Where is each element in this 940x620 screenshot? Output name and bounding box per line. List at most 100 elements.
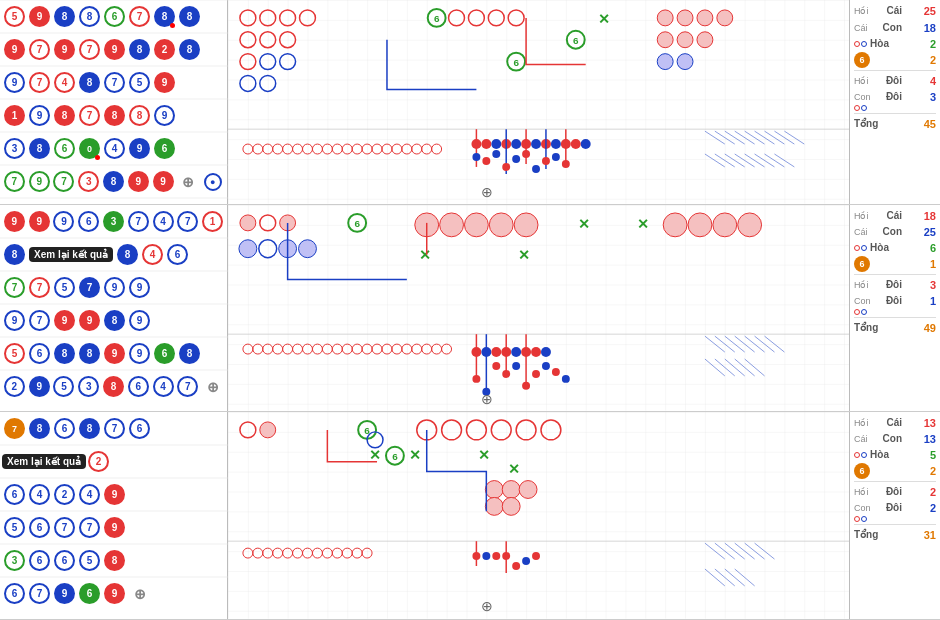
s1-hoa6-val: 2	[930, 52, 936, 68]
cell: 9	[2, 205, 27, 238]
svg-point-235	[492, 552, 500, 560]
svg-point-45	[511, 139, 521, 149]
svg-point-163	[541, 347, 551, 357]
svg-point-104	[562, 160, 570, 168]
svg-point-96	[482, 157, 490, 165]
cell: 9	[52, 577, 77, 610]
svg-point-130	[239, 240, 257, 258]
cell: 9	[27, 0, 52, 33]
svg-point-198	[260, 422, 276, 438]
mid-chart-1: 6 ✕ 6	[228, 0, 850, 204]
cell: 7	[27, 304, 52, 337]
divider	[854, 481, 936, 482]
svg-point-127	[738, 213, 762, 237]
cell: 9	[52, 205, 77, 238]
cell: 2	[152, 33, 177, 66]
svg-point-174	[532, 370, 540, 378]
divider2	[854, 113, 936, 114]
stat-s3-hoi-cai: Hồi Cái 13	[854, 415, 936, 431]
stat-s2-hoa: Hòa 6	[854, 240, 936, 256]
cell: 8	[52, 0, 77, 33]
cell: 5	[52, 271, 77, 304]
cell: 9	[27, 165, 52, 198]
s1-hoi-cai-val: 25	[924, 3, 936, 19]
tooltip-btn[interactable]: Xem lại kết quả	[29, 247, 113, 262]
cell: 9	[102, 33, 127, 66]
cell: 6	[2, 577, 27, 610]
cell: 8	[152, 0, 177, 33]
svg-point-238	[522, 557, 530, 565]
cell: ⊕	[200, 370, 225, 403]
cell: 8	[101, 370, 126, 403]
svg-point-120	[489, 213, 513, 237]
svg-text:✕: ✕	[518, 247, 530, 263]
svg-rect-111	[228, 205, 849, 411]
svg-text:✕: ✕	[637, 216, 649, 232]
svg-point-97	[492, 150, 500, 158]
cell: 2	[2, 370, 27, 403]
cell: 6	[2, 478, 27, 511]
s1-tong-val: 45	[924, 116, 936, 132]
cell: 1	[2, 99, 27, 132]
cell: 4	[102, 132, 127, 165]
cell: 5	[2, 0, 27, 33]
svg-point-217	[485, 497, 503, 515]
tooltip-btn-3[interactable]: Xem lại kết quả	[2, 454, 86, 469]
stat-s2-doi-con: Con Đôi 1	[854, 293, 936, 309]
svg-text:✕: ✕	[508, 461, 520, 477]
cell: 9	[127, 132, 152, 165]
cell: 3	[76, 165, 101, 198]
cell: 7	[175, 370, 200, 403]
left-grid-1: 5 9 8 8 6 7 8 8 9 7 9 7 9 8 2 8	[0, 0, 228, 204]
stat-s3-tong: Tổng 31	[854, 527, 936, 543]
mid-chart-3: 6 ✕ 6 ✕ ✕ ✕	[228, 412, 850, 619]
stat-s2-doi-cai: Hồi Đôi 3	[854, 277, 936, 293]
svg-text:⊕: ⊕	[481, 598, 493, 614]
cell: 7	[52, 165, 77, 198]
svg-rect-196	[228, 412, 849, 619]
stats-1: Hồi Cái 25 Cái Con 18 Hòa 2 6 2	[850, 0, 940, 204]
stat-hoi-cai: Hồi Cái 25	[854, 3, 936, 19]
cell: 8	[77, 0, 102, 33]
cell: 9	[52, 304, 77, 337]
section-1: 5 9 8 8 6 7 8 8 9 7 9 7 9 8 2 8	[0, 0, 940, 205]
cell: 6	[52, 412, 77, 445]
cell: 9	[102, 478, 127, 511]
svg-point-126	[713, 213, 737, 237]
cell: 4	[52, 66, 77, 99]
cell: 9	[152, 66, 177, 99]
svg-point-30	[697, 32, 713, 48]
stat-tong: Tổng 45	[854, 116, 936, 132]
cell: 9	[27, 99, 52, 132]
cell: 7	[2, 165, 27, 198]
cell: 8	[115, 238, 140, 271]
cell: 9	[2, 66, 27, 99]
svg-text:⊕: ⊕	[481, 184, 493, 200]
svg-point-49	[551, 139, 561, 149]
doi-dots	[854, 105, 867, 111]
cell: 8	[27, 412, 52, 445]
cell: 6	[126, 370, 151, 403]
divider2	[854, 317, 936, 318]
hoa6-icon-3: 6	[854, 463, 870, 479]
cell: 6	[27, 337, 52, 370]
cell: 9	[152, 99, 177, 132]
cell: 7	[77, 99, 102, 132]
dot-blue-outline	[861, 41, 867, 47]
s1-doi-cai-val: 4	[930, 73, 936, 89]
svg-text:✕: ✕	[369, 447, 381, 463]
svg-point-237	[512, 562, 520, 570]
svg-point-112	[240, 215, 256, 231]
svg-point-101	[532, 165, 540, 173]
svg-point-170	[492, 362, 500, 370]
svg-point-98	[502, 163, 510, 171]
svg-point-103	[552, 153, 560, 161]
svg-point-52	[581, 139, 591, 149]
cell: 7	[77, 271, 102, 304]
svg-point-43	[491, 139, 501, 149]
svg-point-121	[514, 213, 538, 237]
cell: 9	[52, 33, 77, 66]
cell: 4	[151, 205, 176, 238]
cell: 4	[140, 238, 165, 271]
cell: 8	[127, 33, 152, 66]
